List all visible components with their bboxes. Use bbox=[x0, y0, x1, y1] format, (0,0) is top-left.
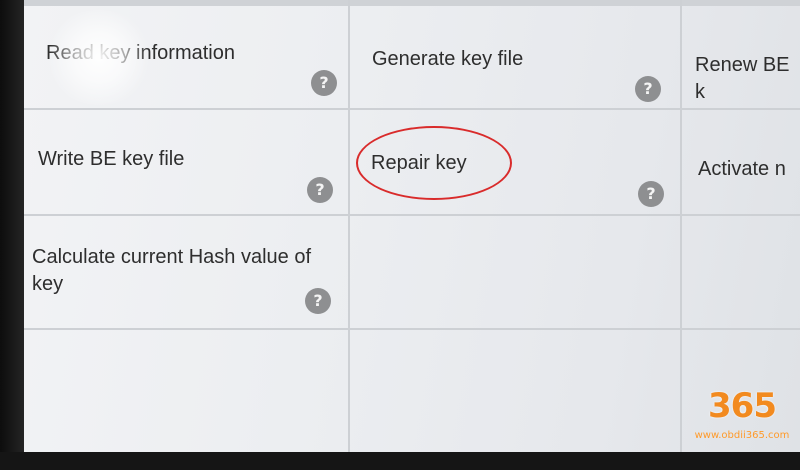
menu-item-generate-key-file[interactable]: Generate key file bbox=[372, 46, 672, 73]
menu-item-label: Activate n bbox=[698, 158, 786, 180]
watermark-digits: 365 bbox=[708, 386, 777, 426]
menu-item-label: Renew BE k bbox=[695, 54, 790, 103]
watermark-logo: 365 www.obdii365.com bbox=[692, 378, 792, 448]
device-bezel-left bbox=[0, 0, 26, 470]
menu-item-label: Calculate current Hash value of key bbox=[32, 246, 312, 295]
repair-key-highlight-circle bbox=[356, 126, 512, 200]
grid-divider bbox=[24, 214, 800, 216]
device-bezel-bottom bbox=[0, 452, 800, 470]
grid-divider bbox=[680, 0, 682, 452]
menu-item-label: Generate key file bbox=[372, 48, 524, 70]
menu-item-calculate-hash[interactable]: Calculate current Hash value of key bbox=[32, 244, 332, 298]
menu-item-renew-be-key[interactable]: Renew BE k bbox=[695, 52, 800, 106]
help-icon[interactable]: ? bbox=[638, 181, 664, 207]
key-function-menu-screen: Read key information ? Generate key file… bbox=[24, 0, 800, 452]
watermark-url: www.obdii365.com bbox=[694, 430, 790, 441]
menu-item-write-be-key-file[interactable]: Write BE key file bbox=[38, 146, 328, 173]
help-icon[interactable]: ? bbox=[311, 70, 337, 96]
screen-glare bbox=[44, 10, 154, 105]
help-icon[interactable]: ? bbox=[305, 288, 331, 314]
help-icon[interactable]: ? bbox=[635, 76, 661, 102]
grid-divider bbox=[24, 328, 800, 330]
top-toolbar-strip bbox=[24, 0, 800, 6]
grid-divider bbox=[24, 108, 800, 110]
help-icon[interactable]: ? bbox=[307, 177, 333, 203]
menu-item-activate[interactable]: Activate n bbox=[698, 156, 800, 183]
menu-item-label: Write BE key file bbox=[38, 148, 185, 170]
grid-divider bbox=[348, 0, 350, 452]
